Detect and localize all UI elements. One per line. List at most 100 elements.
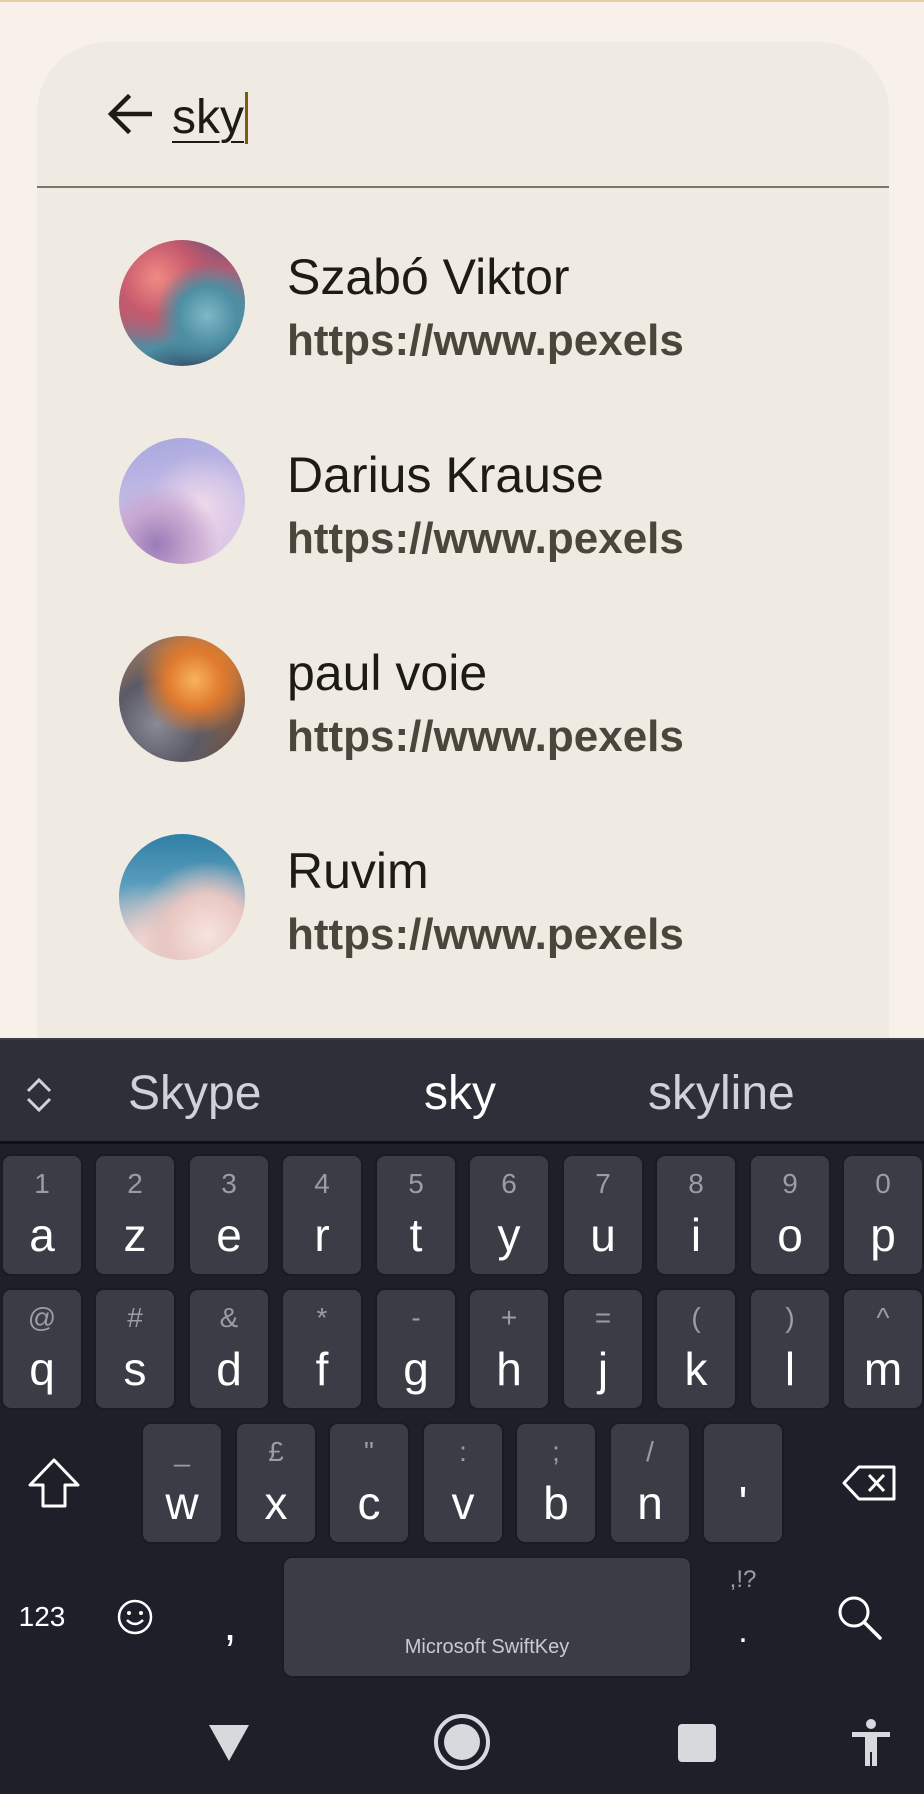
key-label: x <box>264 1477 288 1529</box>
key-i[interactable]: 8i <box>655 1154 737 1276</box>
key-hint: = <box>594 1302 612 1333</box>
search-key[interactable] <box>826 1556 892 1678</box>
search-icon <box>838 1596 882 1640</box>
result-item[interactable]: paul voie https://www.pexels <box>37 624 889 804</box>
key-label: q <box>29 1343 55 1395</box>
key-p[interactable]: 0p <box>842 1154 924 1276</box>
key-hint: 2 <box>127 1168 143 1199</box>
search-panel: sky Szabó Viktor https://www.pexels Dari… <box>37 42 889 1042</box>
accessibility-icon <box>852 1719 890 1766</box>
key-hint: & <box>219 1302 239 1333</box>
space-key[interactable]: Microsoft SwiftKey <box>282 1556 692 1678</box>
key-hint: £ <box>268 1436 284 1467</box>
key-hint: - <box>411 1302 421 1333</box>
numbers-key[interactable]: 123 <box>10 1556 74 1678</box>
suggestion-center[interactable]: sky <box>424 1066 496 1121</box>
search-input[interactable]: sky <box>172 92 248 144</box>
key-a[interactable]: 1a <box>1 1154 83 1276</box>
key-label: e <box>216 1209 242 1261</box>
key-v[interactable]: :v <box>422 1422 504 1544</box>
emoji-key[interactable] <box>108 1556 162 1678</box>
key-x[interactable]: £ x <box>235 1422 317 1544</box>
search-divider <box>37 186 889 188</box>
key-g[interactable]: -g <box>375 1288 457 1410</box>
key-hint: 4 <box>314 1168 330 1199</box>
result-name: Darius Krause <box>287 447 604 503</box>
key-j[interactable]: = j <box>562 1288 644 1410</box>
key-hint: 8 <box>688 1168 704 1199</box>
key-label: g <box>403 1343 429 1395</box>
key-label: t <box>409 1209 423 1261</box>
expand-toolbar-button[interactable] <box>22 1076 56 1114</box>
backspace-icon <box>842 1465 896 1501</box>
key-n[interactable]: / n <box>609 1422 691 1544</box>
key-hint: * <box>316 1302 328 1333</box>
avatar-sky-4 <box>119 834 245 960</box>
search-bar: sky <box>37 42 889 188</box>
back-button[interactable] <box>103 88 155 140</box>
key-label: p <box>870 1209 896 1261</box>
key-hint: : <box>459 1436 467 1467</box>
key-e[interactable]: 3e <box>188 1154 270 1276</box>
key-l[interactable]: ) l <box>749 1288 831 1410</box>
key-label: k <box>684 1343 708 1395</box>
key-label: b <box>543 1477 569 1529</box>
key-s[interactable]: # s <box>94 1288 176 1410</box>
accessibility-button[interactable] <box>846 1718 896 1768</box>
key-hint: 0 <box>875 1168 891 1199</box>
key-y[interactable]: 6y <box>468 1154 550 1276</box>
key-hint: ; <box>552 1436 560 1467</box>
key-label: l <box>784 1343 796 1395</box>
avatar-sky-3 <box>119 636 245 762</box>
avatar-sky-1 <box>119 240 245 366</box>
key-b[interactable]: ; b <box>515 1422 597 1544</box>
key-r[interactable]: 4r <box>281 1154 363 1276</box>
comma-key[interactable]: , <box>200 1570 260 1678</box>
key-hint: 6 <box>501 1168 517 1199</box>
period-label: . <box>738 1612 748 1650</box>
key-t[interactable]: 5t <box>375 1154 457 1276</box>
key-z[interactable]: 2z <box>94 1154 176 1276</box>
key-q[interactable]: @ q <box>1 1288 83 1410</box>
key-label: i <box>690 1209 702 1261</box>
key-label: u <box>590 1209 616 1261</box>
result-item[interactable]: Szabó Viktor https://www.pexels <box>37 228 889 408</box>
key-label: v <box>451 1477 475 1529</box>
shift-key[interactable] <box>24 1422 84 1544</box>
key-m[interactable]: ^ m <box>842 1288 924 1410</box>
key-label: j <box>597 1343 609 1395</box>
key-o[interactable]: 9o <box>749 1154 831 1276</box>
recents-nav-button[interactable] <box>672 1718 722 1768</box>
home-nav-button[interactable] <box>432 1712 492 1772</box>
key-label: c <box>357 1477 381 1529</box>
key-f[interactable]: * f <box>281 1288 363 1410</box>
key-u[interactable]: 7u <box>562 1154 644 1276</box>
key-h[interactable]: + h <box>468 1288 550 1410</box>
key-c[interactable]: " c <box>328 1422 410 1544</box>
key-label: a <box>29 1209 55 1261</box>
period-key[interactable]: ,!? . <box>716 1556 770 1678</box>
key-hint: 9 <box>782 1168 798 1199</box>
key-apostrophe[interactable]: ' <box>702 1422 784 1544</box>
system-navigation-bar <box>0 1684 924 1794</box>
key-hint: + <box>500 1302 518 1333</box>
key-k[interactable]: (k <box>655 1288 737 1410</box>
back-nav-button[interactable] <box>204 1718 254 1768</box>
key-label: y <box>497 1209 521 1261</box>
suggestion-right[interactable]: skyline <box>648 1066 795 1121</box>
avatar-sky-2 <box>119 438 245 564</box>
result-item[interactable]: Ruvim https://www.pexels <box>37 822 889 1002</box>
key-hint: " <box>364 1436 374 1467</box>
key-label: n <box>637 1477 663 1529</box>
backspace-key[interactable] <box>836 1422 902 1544</box>
result-url: https://www.pexels <box>287 712 684 761</box>
square-recents-icon <box>678 1724 716 1762</box>
period-hint: ,!? <box>729 1566 757 1593</box>
key-label: h <box>496 1343 522 1395</box>
key-w[interactable]: _ w <box>141 1422 223 1544</box>
result-item[interactable]: Darius Krause https://www.pexels <box>37 426 889 606</box>
text-cursor <box>245 92 248 144</box>
suggestion-left[interactable]: Skype <box>128 1066 261 1121</box>
key-label: d <box>216 1343 242 1395</box>
key-d[interactable]: & d <box>188 1288 270 1410</box>
